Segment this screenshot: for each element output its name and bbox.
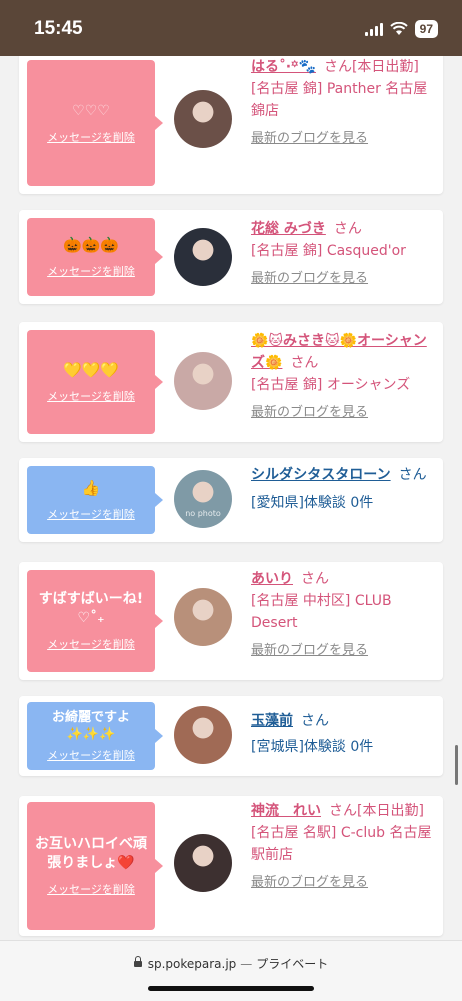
message-card: すばすばいーね!♡˚₊ メッセージを削除 あいり さん [名古屋 中村区] CLU…	[19, 562, 443, 680]
domain-text: sp.pokepara.jp	[147, 957, 237, 971]
view-blog-link[interactable]: 最新のブログを見る	[251, 128, 437, 150]
sender-name-link[interactable]: 玉藻前	[251, 713, 293, 729]
home-indicator[interactable]	[148, 986, 314, 991]
message-card: 💛💛💛 メッセージを削除 🌼🐱みさき🐱🌼オーシャンズ🌼 さん [名古屋 錦] オー…	[19, 322, 443, 442]
sender-info: 玉藻前 さん [宮城県]体験談 0件	[251, 710, 437, 758]
honorific: さん	[323, 59, 352, 75]
lock-icon	[133, 956, 142, 967]
sender-name-link[interactable]: 🌼🐱みさき🐱🌼オーシャンズ🌼	[251, 333, 427, 371]
avatar[interactable]	[174, 834, 232, 892]
cellular-signal-icon	[364, 22, 383, 36]
message-text: お互いハロイベ頑張りましょ❤️	[35, 836, 147, 871]
scrollbar[interactable]	[455, 745, 458, 785]
honorific: さん	[301, 571, 329, 587]
sender-name-link[interactable]: はる˚‧꙳🐾	[251, 59, 316, 75]
message-card: お綺麗ですよ✨✨✨ メッセージを削除 玉藻前 さん [宮城県]体験談 0件	[19, 696, 443, 776]
clock: 15:45	[34, 18, 83, 39]
message-text: ♡♡♡	[72, 102, 110, 119]
sender-info: あいり さん [名古屋 中村区] CLUB Desert 最新のブログを見る	[251, 568, 437, 662]
message-bubble: 👍 メッセージを削除	[27, 466, 163, 534]
delete-message-link[interactable]: メッセージを削除	[47, 881, 135, 897]
avatar[interactable]	[174, 352, 232, 410]
delete-message-link[interactable]: メッセージを削除	[47, 636, 135, 652]
delete-message-link[interactable]: メッセージを削除	[47, 263, 135, 279]
separator: —	[240, 957, 253, 971]
avatar[interactable]	[174, 706, 232, 764]
sender-info: 花総 みづき さん [名古屋 錦] Casqued'or 最新のブログを見る	[251, 218, 437, 290]
sender-info: はる˚‧꙳🐾 さん[本日出勤] [名古屋 錦] Panther 名古屋錦店 最新の…	[251, 56, 437, 150]
wifi-icon	[389, 22, 408, 35]
message-text: お綺麗ですよ✨✨✨	[51, 710, 130, 742]
status-bar: 15:45 97	[0, 0, 462, 56]
message-bubble: すばすばいーね!♡˚₊ メッセージを削除	[27, 570, 163, 672]
shop-info: [名古屋 錦] Casqued'or	[251, 243, 406, 259]
sender-name-link[interactable]: 神流 れい	[251, 803, 321, 819]
view-blog-link[interactable]: 最新のブログを見る	[251, 268, 437, 290]
shop-info: [名古屋 中村区] CLUB Desert	[251, 593, 392, 631]
sender-info: 神流 れい さん[本日出勤] [名古屋 名駅] C-club 名古屋駅前店 最新の…	[251, 800, 437, 894]
avatar[interactable]	[174, 228, 232, 286]
sender-name-link[interactable]: 花総 みづき	[251, 221, 326, 237]
delete-message-link[interactable]: メッセージを削除	[47, 506, 135, 522]
message-card: ♡♡♡ メッセージを削除 はる˚‧꙳🐾 さん[本日出勤] [名古屋 錦] Pant…	[19, 56, 443, 194]
no-photo-label: no photo	[185, 509, 221, 518]
honorific: さん	[290, 355, 319, 371]
shop-info: [愛知県]体験談 0件	[251, 495, 374, 511]
message-text: 💛💛💛	[62, 361, 120, 379]
avatar[interactable]	[174, 90, 232, 148]
message-text: すばすばいーね!♡˚₊	[38, 591, 144, 626]
shop-info: [宮城県]体験談 0件	[251, 739, 374, 755]
shop-info: [名古屋 錦] オーシャンズ	[251, 377, 411, 393]
honorific: さん	[398, 467, 427, 483]
message-bubble: お綺麗ですよ✨✨✨ メッセージを削除	[27, 702, 163, 770]
message-bubble: 💛💛💛 メッセージを削除	[27, 330, 163, 434]
message-bubble: ♡♡♡ メッセージを削除	[27, 60, 163, 186]
honorific: さん	[333, 221, 362, 237]
message-text: 🎃🎃🎃	[62, 236, 120, 254]
message-bubble: お互いハロイベ頑張りましょ❤️ メッセージを削除	[27, 802, 163, 930]
delete-message-link[interactable]: メッセージを削除	[47, 388, 135, 404]
battery-icon: 97	[414, 20, 438, 38]
message-card: 👍 メッセージを削除 no photo シルダシタスタローン さん [愛知県]体験…	[19, 458, 443, 542]
browser-url-bar[interactable]: sp.pokepara.jp — プライベート	[0, 940, 462, 1001]
message-card: お互いハロイベ頑張りましょ❤️ メッセージを削除 神流 れい さん[本日出勤] […	[19, 796, 443, 936]
message-card: 🎃🎃🎃 メッセージを削除 花総 みづき さん [名古屋 錦] Casqued'or…	[19, 210, 443, 304]
private-mode-label: プライベート	[256, 957, 329, 971]
sender-name-link[interactable]: あいり	[251, 571, 293, 587]
avatar[interactable]: no photo	[174, 470, 232, 528]
avatar[interactable]	[174, 588, 232, 646]
view-blog-link[interactable]: 最新のブログを見る	[251, 872, 437, 894]
message-bubble: 🎃🎃🎃 メッセージを削除	[27, 218, 163, 296]
sender-info: シルダシタスタローン さん [愛知県]体験談 0件	[251, 464, 437, 514]
sender-info: 🌼🐱みさき🐱🌼オーシャンズ🌼 さん [名古屋 錦] オーシャンズ 最新のブログを見…	[251, 330, 437, 424]
message-list[interactable]: ♡♡♡ メッセージを削除 はる˚‧꙳🐾 さん[本日出勤] [名古屋 錦] Pant…	[0, 56, 462, 940]
delete-message-link[interactable]: メッセージを削除	[47, 129, 135, 145]
delete-message-link[interactable]: メッセージを削除	[47, 747, 135, 763]
url-display[interactable]: sp.pokepara.jp — プライベート	[0, 955, 462, 972]
status-icons: 97	[364, 20, 438, 38]
sender-name-link[interactable]: シルダシタスタローン	[251, 467, 391, 483]
view-blog-link[interactable]: 最新のブログを見る	[251, 640, 437, 662]
honorific: さん	[301, 713, 329, 729]
honorific: さん	[329, 803, 357, 819]
message-text: 👍	[81, 479, 101, 497]
view-blog-link[interactable]: 最新のブログを見る	[251, 402, 437, 424]
